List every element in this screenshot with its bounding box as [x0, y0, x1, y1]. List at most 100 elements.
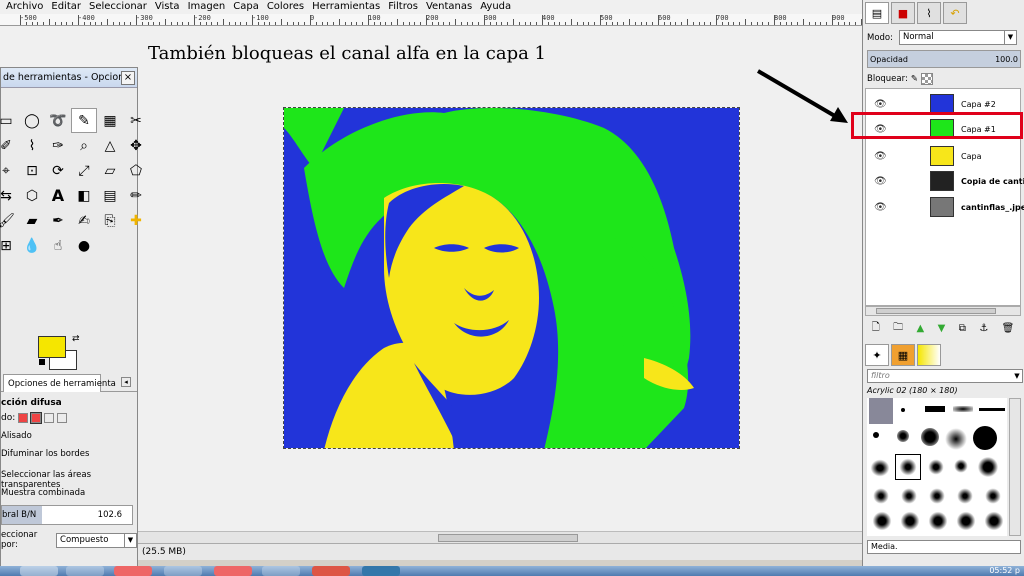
brush-preset[interactable] — [983, 486, 1003, 506]
align-icon[interactable]: ⌖ — [0, 158, 19, 183]
eye-icon[interactable]: 👁 — [874, 202, 887, 213]
start-icon[interactable] — [20, 566, 58, 576]
tab-gradients-icon[interactable] — [917, 344, 941, 366]
menu-capa[interactable]: Capa — [229, 0, 263, 14]
brush-preset[interactable] — [927, 510, 949, 532]
select-by-dropdown[interactable]: Compuesto ▼ — [56, 532, 137, 548]
color-select-icon[interactable]: ▦ — [97, 108, 123, 133]
brush-preset[interactable] — [955, 486, 975, 506]
blend-icon[interactable]: ▤ — [97, 183, 123, 208]
tab-menu-icon[interactable]: ◂ — [121, 377, 131, 387]
layer-mode-dropdown[interactable]: Normal ▼ — [899, 30, 1017, 45]
menu-colores[interactable]: Colores — [263, 0, 308, 14]
clone-icon[interactable]: ⎘ — [97, 208, 123, 233]
fuzzy-select-icon[interactable]: ✎ — [71, 108, 97, 133]
cage-icon[interactable]: ⬡ — [19, 183, 45, 208]
taskbar-app-icon[interactable] — [312, 566, 350, 576]
duplicate-icon[interactable]: ⧉ — [959, 323, 966, 334]
bucket-fill-icon[interactable]: ◧ — [71, 183, 97, 208]
layers-scrollbar[interactable] — [865, 306, 1021, 316]
mode-replace-icon[interactable] — [18, 413, 29, 423]
lock-alpha-icon[interactable] — [920, 73, 933, 85]
perspective-clone-icon[interactable]: ⊞ — [0, 233, 19, 258]
scissors-icon[interactable]: ✂ — [123, 108, 149, 133]
measure-icon[interactable]: △ — [97, 133, 123, 158]
brush-preset[interactable] — [955, 510, 977, 532]
tab-layers-icon[interactable]: ▤ — [865, 2, 889, 24]
menu-archivo[interactable]: Archivo — [2, 0, 47, 14]
crop-icon[interactable]: ⊡ — [19, 158, 45, 183]
antialias-checkbox[interactable]: Alisado — [1, 431, 32, 441]
menu-seleccionar[interactable]: Seleccionar — [85, 0, 151, 14]
menu-herramientas[interactable]: Herramientas — [308, 0, 384, 14]
text-icon[interactable]: A — [45, 183, 71, 208]
dodge-burn-icon[interactable]: ● — [71, 233, 97, 258]
trash-icon[interactable]: 🗑 — [1002, 323, 1015, 334]
brush-preset[interactable] — [873, 432, 879, 438]
anchor-icon[interactable]: ⚓ — [979, 323, 988, 334]
shear-icon[interactable]: ▱ — [97, 158, 123, 183]
ellipse-select-icon[interactable]: ◯ — [19, 108, 45, 133]
scroll-thumb[interactable] — [438, 534, 578, 542]
move-icon[interactable]: ✥ — [123, 133, 149, 158]
reset-colors-icon[interactable] — [39, 359, 45, 365]
tab-patterns-icon[interactable]: ▦ — [891, 344, 915, 366]
brush-preset[interactable] — [973, 426, 997, 450]
heal-icon[interactable]: ✚ — [123, 208, 149, 233]
smudge-icon[interactable]: ☝ — [45, 233, 71, 258]
taskbar-app-icon[interactable] — [214, 566, 252, 576]
arrow-up-icon[interactable]: ▲ — [917, 323, 925, 334]
menu-vista[interactable]: Vista — [151, 0, 184, 14]
taskbar-app-icon[interactable] — [362, 566, 400, 576]
brush-preset[interactable] — [977, 456, 999, 478]
mode-intersect-icon[interactable] — [57, 413, 68, 423]
layer-row[interactable]: 👁 Capa — [866, 143, 1020, 169]
brush-preset[interactable] — [899, 486, 919, 506]
feather-edges-checkbox[interactable]: Difuminar los bordes — [1, 449, 89, 459]
layer-row[interactable]: 👁 cantinflas_.jpeg — [866, 194, 1024, 220]
color-picker-icon[interactable]: ✑ — [45, 133, 71, 158]
blur-icon[interactable]: 💧 — [19, 233, 45, 258]
eye-icon[interactable]: 👁 — [874, 151, 887, 162]
foreground-color-swatch-top[interactable] — [38, 336, 66, 358]
threshold-slider[interactable]: bral B/N 102.6 — [1, 505, 133, 525]
image-canvas[interactable] — [283, 107, 740, 449]
select-transparent-checkbox[interactable]: Seleccionar las áreas transparentes — [1, 470, 137, 490]
ink-icon[interactable]: ✍ — [71, 208, 97, 233]
close-icon[interactable]: × — [121, 71, 135, 85]
pencil-icon[interactable]: ✏ — [123, 183, 149, 208]
eye-icon[interactable]: 👁 — [874, 99, 887, 110]
brush-preset[interactable] — [953, 406, 973, 412]
rect-select-icon[interactable]: ▭ — [0, 108, 19, 133]
brush-preset[interactable] — [869, 398, 893, 424]
mode-add-icon[interactable] — [30, 412, 43, 424]
tab-channels-icon[interactable]: ■ — [891, 2, 915, 24]
brush-preset[interactable] — [925, 406, 945, 412]
brush-preset[interactable] — [927, 458, 945, 476]
taskbar-app-icon[interactable] — [114, 566, 152, 576]
brush-grid[interactable] — [867, 398, 1007, 536]
brush-filter-input[interactable]: filtro ▼ — [867, 369, 1023, 383]
brush-preset[interactable] — [899, 510, 921, 532]
canvas-horizontal-scrollbar[interactable] — [138, 531, 862, 543]
horizontal-ruler[interactable]: -500 -400 -300 -200 -100 0 100 200 300 400 500 600 7… — [0, 14, 862, 26]
scroll-thumb[interactable] — [876, 308, 996, 314]
rotate-icon[interactable]: ⟳ — [45, 158, 71, 183]
lock-pixels-icon[interactable]: ✎ — [911, 74, 918, 84]
menu-ventanas[interactable]: Ventanas — [422, 0, 476, 14]
toolbox-title[interactable]: de herramientas - Opcion... — [1, 68, 137, 88]
brush-preset[interactable] — [869, 458, 891, 478]
brush-preset[interactable] — [945, 428, 967, 450]
mode-subtract-icon[interactable] — [44, 413, 55, 423]
brush-preset[interactable] — [953, 458, 969, 474]
foreground-select-icon[interactable]: ✐ — [0, 133, 19, 158]
brush-preset[interactable] — [979, 408, 1005, 411]
eye-icon[interactable]: 👁 — [874, 176, 887, 187]
opacity-slider[interactable]: Opacidad 100.0 — [867, 50, 1021, 68]
lasso-icon[interactable]: ➰ — [45, 108, 71, 133]
tab-paths-icon[interactable]: ⌇ — [917, 2, 941, 24]
folder-icon[interactable]: 🗀 — [893, 320, 903, 337]
scale-icon[interactable]: ⤢ — [71, 158, 97, 183]
brush-scrollbar[interactable] — [1009, 398, 1021, 536]
brush-preset[interactable] — [895, 454, 921, 480]
